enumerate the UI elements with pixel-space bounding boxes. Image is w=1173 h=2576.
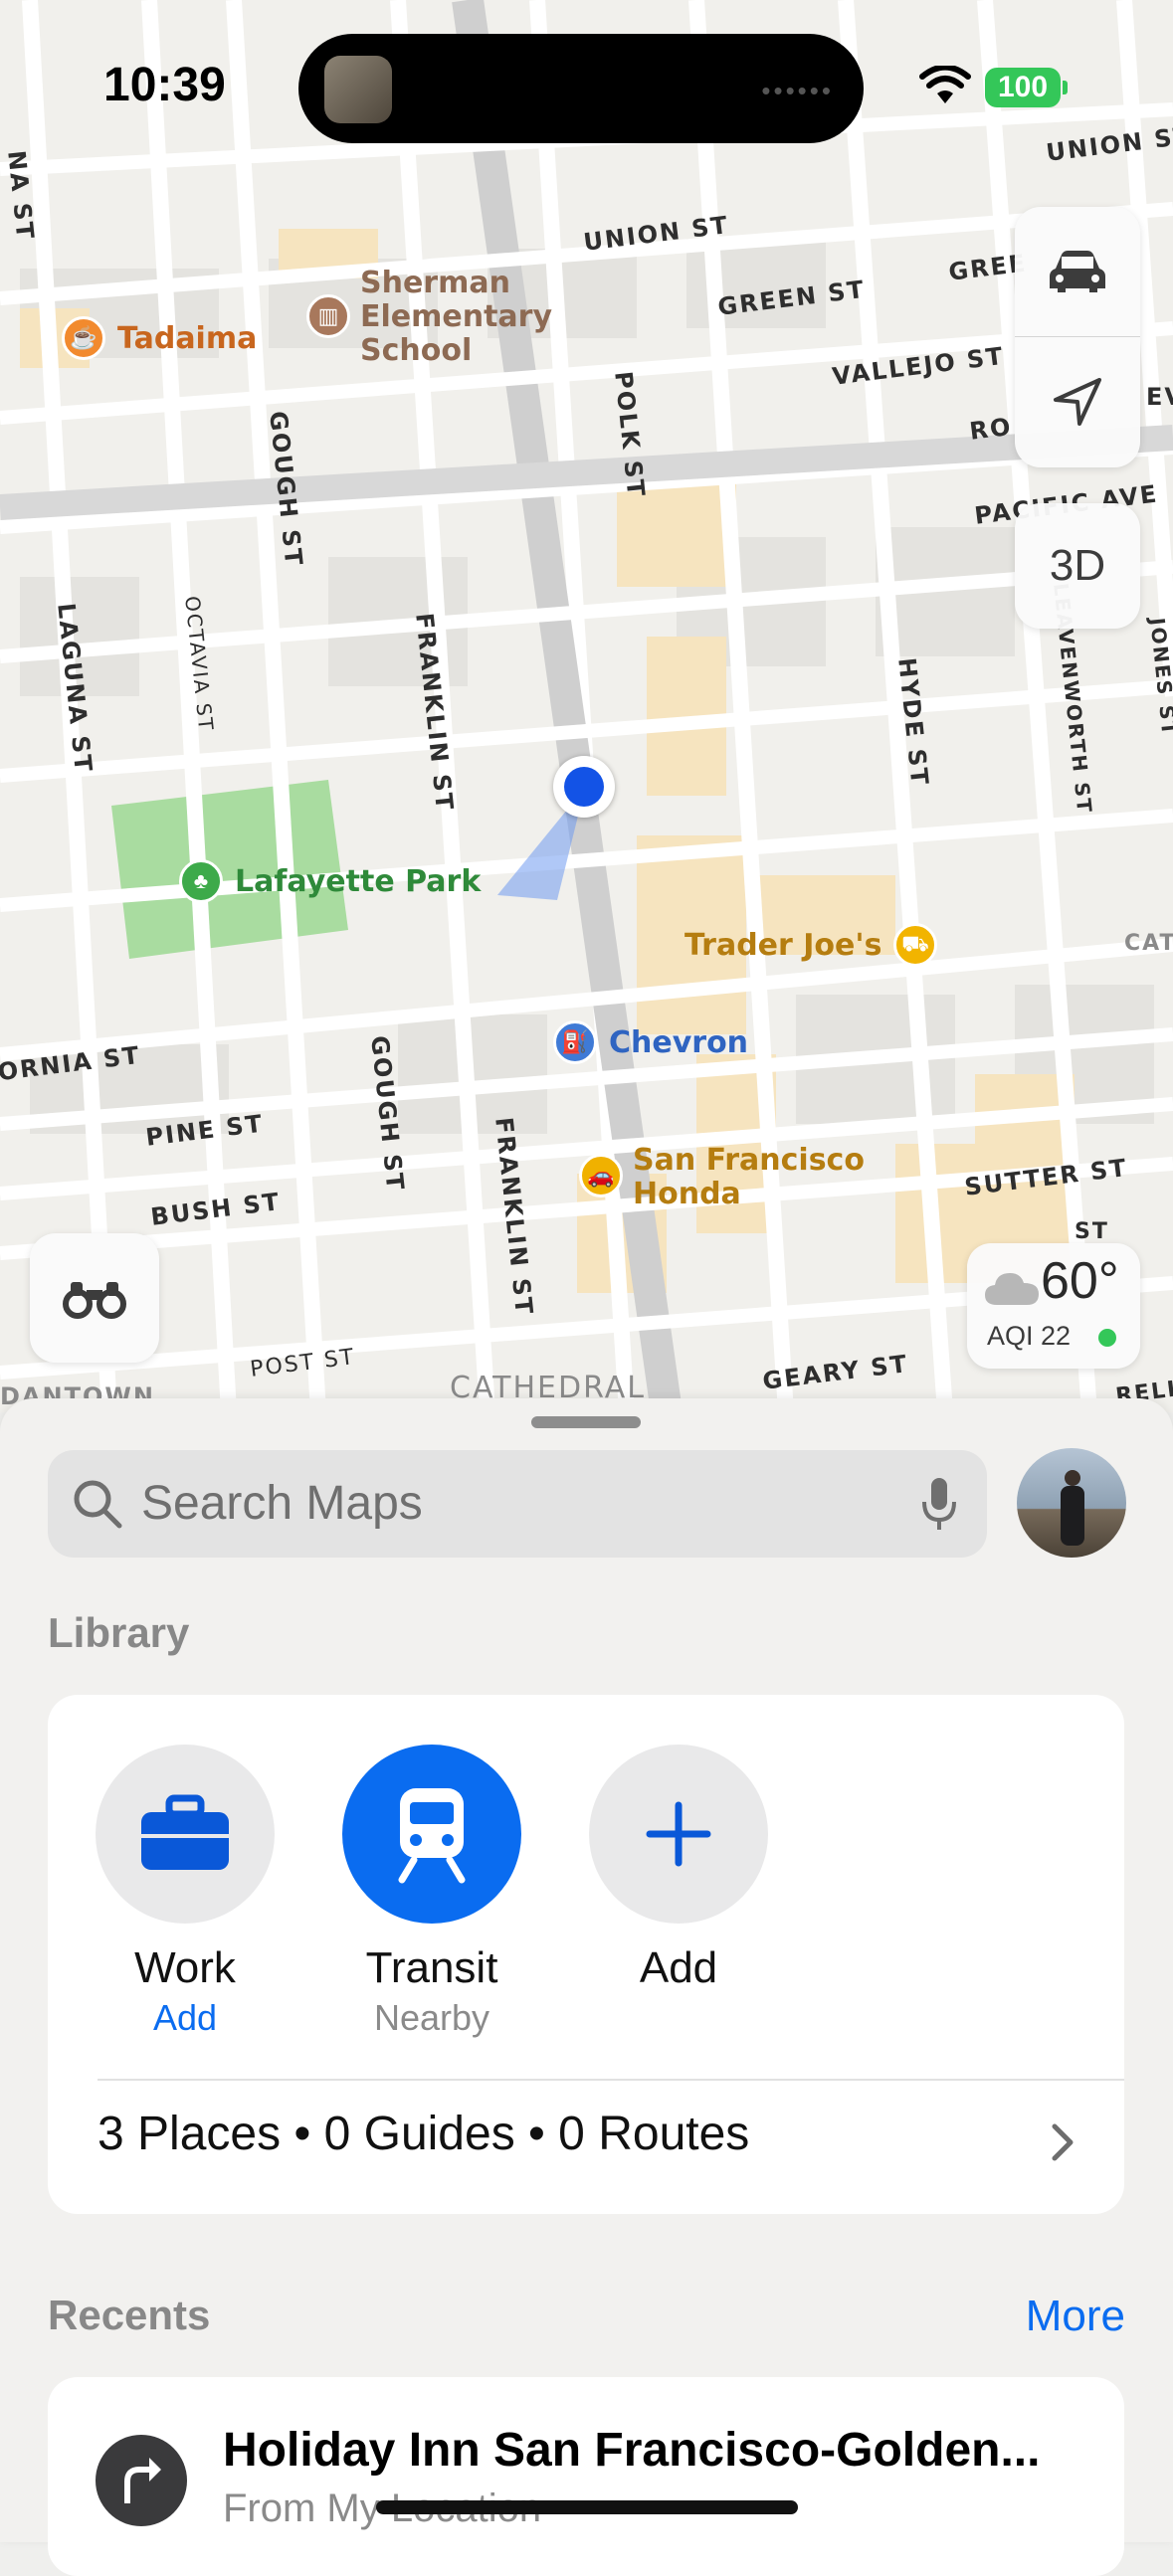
profile-avatar[interactable]	[1017, 1448, 1126, 1558]
binoculars-icon	[63, 1282, 126, 1319]
recent-item-title: Holiday Inn San Francisco-Golden...	[223, 2424, 1041, 2477]
car-icon	[1050, 251, 1105, 292]
transit-circle	[342, 1745, 521, 1924]
search-placeholder: Search Maps	[141, 1477, 423, 1530]
cafe-icon[interactable]: ☕	[62, 316, 105, 360]
look-around-button[interactable]	[30, 1233, 159, 1363]
home-indicator[interactable]	[376, 2500, 798, 2514]
library-item-label: Work	[134, 1943, 236, 1992]
cloud-icon	[985, 1273, 1039, 1305]
recents-more-link[interactable]: More	[1026, 2292, 1125, 2341]
locate-me-button[interactable]	[1015, 337, 1140, 466]
grocery-icon[interactable]: ⛟	[893, 923, 937, 967]
briefcase-icon	[141, 1794, 229, 1870]
current-location-dot[interactable]	[553, 756, 615, 818]
chevron-right-icon	[1052, 2123, 1074, 2161]
sheet-grabber[interactable]	[531, 1416, 641, 1428]
car-dealer-icon[interactable]: 🚗	[579, 1154, 623, 1197]
library-item-label: Add	[639, 1943, 718, 1992]
aqi-status-dot	[1098, 1329, 1116, 1347]
street-label: RO	[968, 412, 1014, 446]
poi-chevron[interactable]: Chevron	[609, 1026, 748, 1060]
status-bar: 10:39 •••••• 100	[0, 0, 1173, 169]
microphone-icon[interactable]	[921, 1476, 957, 1532]
temperature: 60°	[1041, 1252, 1119, 1310]
bottom-sheet: Search Maps Library Work Add Transit Nea…	[0, 1398, 1173, 2576]
library-item-add[interactable]: Add	[589, 1745, 768, 1993]
library-item-transit[interactable]: Transit Nearby	[342, 1745, 521, 2039]
library-card: Work Add Transit Nearby Add 3 Places • 0…	[48, 1695, 1124, 2214]
library-item-sublabel[interactable]: Add	[96, 1997, 275, 2039]
library-item-sublabel: Nearby	[373, 1997, 490, 2038]
plus-icon	[646, 1801, 711, 1867]
library-divider	[98, 2079, 1124, 2081]
fuel-icon[interactable]: ⛽	[553, 1020, 597, 1064]
work-circle	[96, 1745, 275, 1924]
park-icon[interactable]: ♣	[179, 859, 223, 903]
turn-right-icon	[124, 2458, 161, 2503]
library-summary-row[interactable]: 3 Places • 0 Guides • 0 Routes	[98, 2107, 749, 2161]
poi-tadaima[interactable]: Tadaima	[117, 322, 257, 356]
recents-title: Recents	[48, 2292, 211, 2338]
street-label: EV	[1146, 383, 1173, 411]
map-controls	[1015, 207, 1140, 467]
poi-lafayette-park[interactable]: Lafayette Park	[235, 865, 481, 899]
aqi-value: AQI 22	[987, 1321, 1072, 1351]
poi-sf-honda[interactable]: San Francisco Honda	[633, 1144, 865, 1211]
live-activity-thumbnail	[324, 56, 392, 123]
activity-dots-icon: ••••••	[761, 76, 834, 105]
map-view[interactable]: UNION ST UNION ST GREEN ST GREE VALLEJO …	[0, 0, 1173, 1412]
train-icon	[398, 1788, 466, 1884]
transport-mode-button[interactable]	[1015, 207, 1140, 336]
library-item-label: Transit	[365, 1943, 498, 1992]
library-item-work[interactable]: Work Add	[96, 1745, 275, 2039]
wifi-icon	[919, 66, 971, 103]
search-icon	[74, 1480, 122, 1529]
weather-widget[interactable]: 60° AQI 22	[967, 1243, 1140, 1369]
library-title: Library	[48, 1609, 190, 1656]
street-label: ST	[1075, 1219, 1109, 1244]
school-icon[interactable]: ▥	[306, 294, 350, 338]
dynamic-island[interactable]: ••••••	[298, 34, 864, 143]
street-label: CAT	[1124, 931, 1173, 956]
recent-item[interactable]: Holiday Inn San Francisco-Golden... From…	[48, 2377, 1124, 2576]
battery-indicator: 100	[985, 68, 1068, 107]
poi-trader-joes[interactable]: Trader Joe's	[684, 929, 881, 963]
search-input[interactable]: Search Maps	[48, 1450, 987, 1558]
recent-item-icon	[96, 2435, 187, 2526]
clock: 10:39	[103, 59, 226, 111]
3d-view-button[interactable]: 3D	[1015, 503, 1140, 629]
location-arrow-icon	[1054, 378, 1101, 426]
poi-sherman-school[interactable]: Sherman Elementary School	[360, 267, 552, 368]
add-circle	[589, 1745, 768, 1924]
